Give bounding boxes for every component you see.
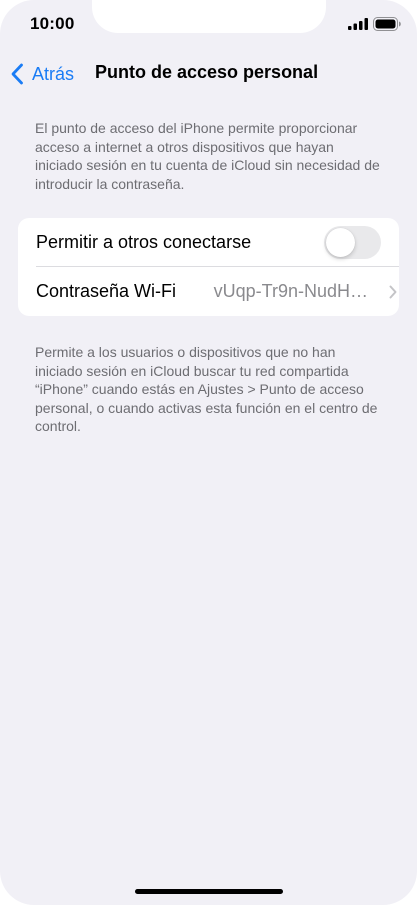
- footer-description: Permite a los usuarios o dispositivos qu…: [35, 344, 378, 434]
- allow-others-label: Permitir a otros conectarse: [36, 232, 252, 252]
- wifi-password-label: Contraseña Wi-Fi: [36, 281, 177, 301]
- cellular-signal-icon: [348, 18, 368, 30]
- phone-screen: 10:00 Atrás Punto de acceso personal El …: [0, 0, 417, 905]
- allow-others-row[interactable]: Permitir a otros conectarse: [18, 218, 399, 267]
- header-description: El punto de acceso del iPhone permite pr…: [35, 120, 380, 192]
- chevron-left-icon: [11, 63, 23, 85]
- status-time: 10:00: [30, 14, 75, 33]
- battery-full-icon: [373, 17, 401, 31]
- allow-others-toggle[interactable]: [324, 226, 381, 259]
- toggle-knob: [326, 228, 355, 257]
- back-button[interactable]: Atrás: [10, 60, 74, 88]
- camera-notch: [92, 0, 326, 33]
- wifi-password-value: vUqp-Tr9n-NudH…: [213, 281, 368, 301]
- page-title: Punto de acceso personal: [95, 62, 319, 82]
- home-indicator[interactable]: [135, 889, 283, 894]
- back-label: Atrás: [32, 63, 75, 84]
- chevron-right-icon: [389, 285, 397, 298]
- wifi-password-row[interactable]: Contraseña Wi-Fi vUqp-Tr9n-NudH…: [18, 267, 399, 316]
- settings-group: Permitir a otros conectarse Contraseña W…: [18, 218, 399, 316]
